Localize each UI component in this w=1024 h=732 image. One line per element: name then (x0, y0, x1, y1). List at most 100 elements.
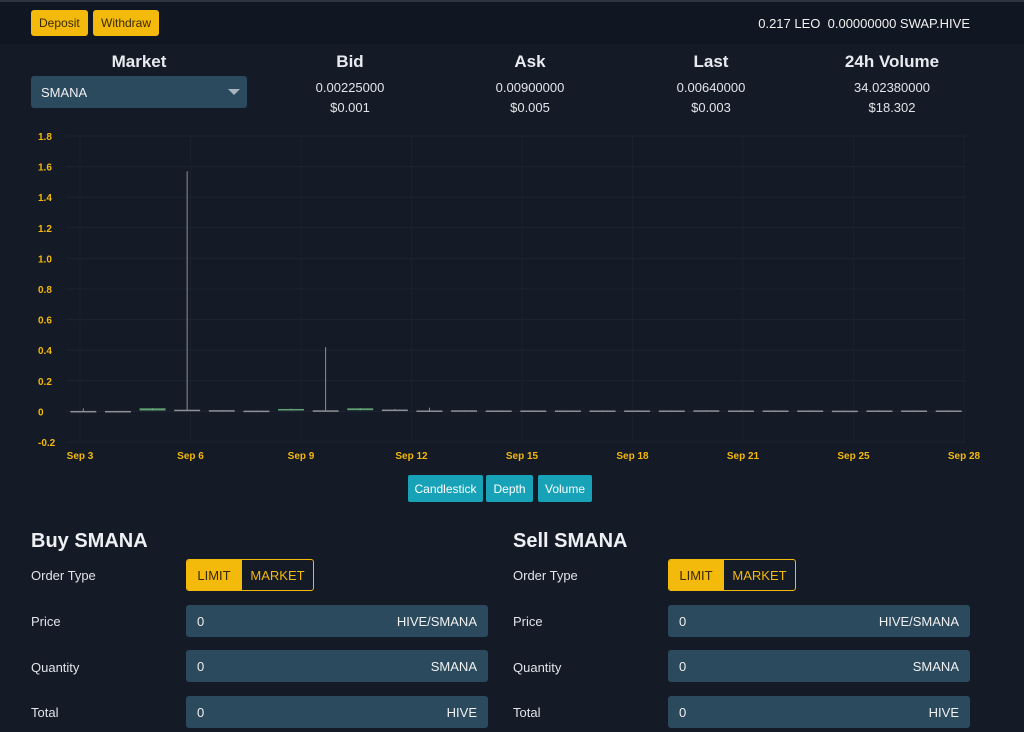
x-tick-label: Sep 25 (837, 451, 870, 462)
candle-body (797, 410, 824, 412)
sell-total-label: Total (513, 705, 541, 720)
market-select[interactable]: SMANA (31, 76, 247, 108)
x-tick-label: Sep 6 (177, 451, 204, 462)
candle-body (520, 410, 547, 412)
sell-market-button[interactable]: MARKET (723, 560, 795, 590)
price-chart[interactable]: 1.8 1.6 1.4 1.2 1.0 0.8 0.6 0.4 0.2 0 -0.2 Sep 3 Sep… (0, 124, 1024, 469)
candle-body (624, 410, 651, 412)
ask-value: 0.00900000 (495, 80, 565, 95)
sell-limit-button[interactable]: LIMIT (669, 560, 723, 590)
market-select-value: SMANA (41, 85, 88, 100)
sell-price-label: Price (513, 614, 543, 629)
candle-body (312, 410, 339, 412)
buy-total-value: 0 (197, 705, 205, 720)
sell-title: Sell SMANA (513, 530, 628, 552)
candle-body (866, 410, 893, 412)
market-heading: Market (111, 52, 167, 71)
bid-heading: Bid (336, 52, 364, 71)
buy-limit-button[interactable]: LIMIT (187, 560, 241, 590)
buy-price-input[interactable]: 0 HIVE/SMANA (186, 605, 488, 637)
candle-body (381, 409, 408, 412)
candle-body (104, 410, 131, 413)
candle-body (278, 408, 304, 411)
y-tick-label: 1.8 (38, 132, 52, 143)
buy-total-label: Total (31, 705, 59, 720)
candle-body (693, 410, 720, 412)
sell-quantity-unit: SMANA (912, 659, 959, 674)
buy-price-unit: HIVE/SMANA (396, 614, 477, 629)
x-tick-label: Sep 3 (67, 451, 94, 462)
y-tick-label: 1.6 (38, 163, 52, 174)
y-tick-label: -0.2 (38, 438, 56, 449)
buy-total-unit: HIVE (446, 705, 477, 720)
deposit-button[interactable]: Deposit (31, 10, 88, 36)
buy-total-input[interactable]: 0 HIVE (186, 696, 488, 728)
last-usd: $0.003 (691, 100, 731, 115)
top-bar: Deposit Withdraw 0.217 LEO 0.00000000 SW… (0, 0, 1024, 44)
buy-order-type-toggle: LIMIT MARKET (186, 559, 314, 591)
x-tick-label: Sep 21 (727, 451, 760, 462)
candle-body (451, 410, 478, 412)
depth-button[interactable]: Depth (486, 475, 533, 502)
leo-balance: 0.217 LEO (758, 16, 821, 31)
last-heading: Last (693, 52, 729, 71)
buy-title: Buy SMANA (31, 530, 148, 552)
sell-quantity-input[interactable]: 0 SMANA (668, 650, 970, 682)
ask-usd: $0.005 (510, 100, 550, 115)
candle-body (762, 410, 789, 412)
y-tick-label: 0.6 (38, 316, 52, 327)
buy-quantity-value: 0 (197, 659, 205, 674)
candle-body (208, 410, 235, 412)
candle-body (347, 408, 374, 411)
ask-heading: Ask (514, 52, 546, 71)
swaphive-balance: 0.00000000 SWAP.HIVE (827, 16, 970, 31)
x-tick-label: Sep 9 (288, 451, 315, 462)
sell-price-unit: HIVE/SMANA (878, 614, 959, 629)
candle-body (139, 408, 166, 411)
sell-quantity-label: Quantity (513, 660, 562, 675)
candle-body (589, 410, 616, 412)
buy-price-value: 0 (197, 614, 205, 629)
wallet-balances: 0.217 LEO 0.00000000 SWAP.HIVE (758, 16, 970, 31)
buy-quantity-input[interactable]: 0 SMANA (186, 650, 488, 682)
candle-body (728, 410, 754, 412)
candle-body (416, 410, 443, 412)
volume-value: 34.02380000 (854, 80, 930, 95)
buy-quantity-unit: SMANA (430, 659, 477, 674)
buy-market-button[interactable]: MARKET (241, 560, 313, 590)
caret-down-icon (228, 89, 240, 95)
candle-body (554, 410, 581, 412)
y-tick-label: 0.4 (38, 346, 52, 357)
bid-value: 0.00225000 (315, 80, 385, 95)
y-tick-label: 0.8 (38, 285, 52, 296)
last-value: 0.00640000 (676, 80, 746, 95)
sell-total-unit: HIVE (928, 705, 959, 720)
candlestick-button[interactable]: Candlestick (408, 475, 483, 502)
y-tick-label: 1.2 (38, 224, 52, 235)
y-tick-label: 1.4 (38, 193, 52, 204)
y-tick-label: 0.2 (38, 377, 52, 388)
candle-body (935, 410, 962, 412)
sell-order-type-label: Order Type (513, 568, 578, 583)
sell-quantity-value: 0 (679, 659, 687, 674)
sell-total-value: 0 (679, 705, 687, 720)
buy-quantity-label: Quantity (31, 660, 80, 675)
y-tick-label: 1.0 (38, 254, 52, 265)
sell-price-input[interactable]: 0 HIVE/SMANA (668, 605, 970, 637)
bid-usd: $0.001 (330, 100, 370, 115)
withdraw-button[interactable]: Withdraw (93, 10, 160, 36)
candle-body (901, 410, 928, 412)
candle-body (831, 410, 858, 413)
x-tick-label: Sep 12 (395, 451, 428, 462)
candle-body (70, 410, 97, 413)
sell-total-input[interactable]: 0 HIVE (668, 696, 970, 728)
sell-order-type-toggle: LIMIT MARKET (668, 559, 796, 591)
candle-body (485, 410, 512, 412)
buy-price-label: Price (31, 614, 61, 629)
x-tick-label: Sep 28 (948, 451, 981, 462)
volume-button[interactable]: Volume (538, 475, 592, 502)
candle-body (243, 410, 270, 413)
candle-body (174, 409, 201, 412)
sell-price-value: 0 (679, 614, 687, 629)
x-tick-label: Sep 15 (506, 451, 539, 462)
